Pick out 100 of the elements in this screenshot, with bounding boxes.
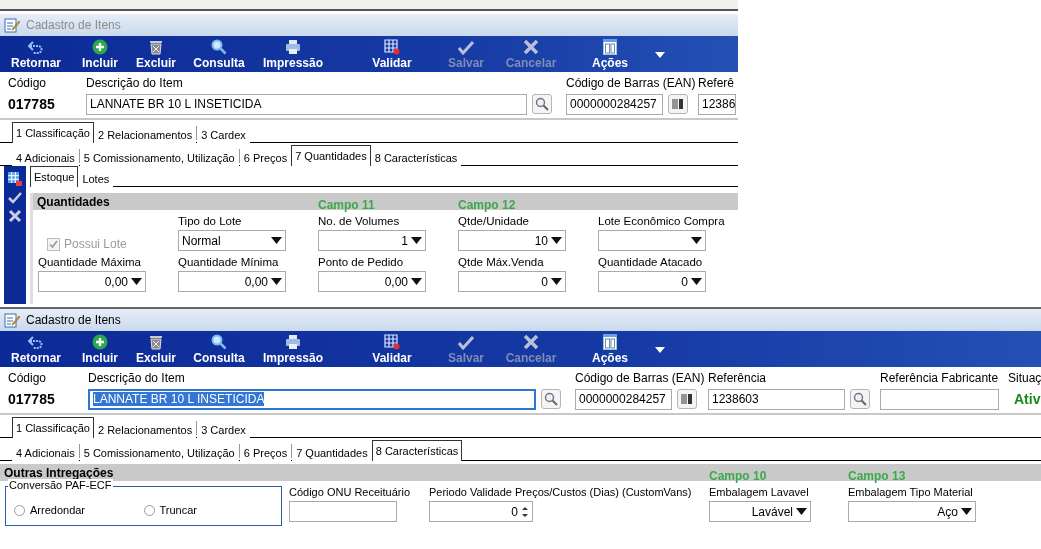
search-button[interactable] xyxy=(541,389,561,409)
spinner-icon[interactable] xyxy=(521,504,529,519)
dropdown[interactable]: 1 xyxy=(318,230,426,251)
field-label: Código de Barras (EAN) xyxy=(566,76,697,90)
close-icon xyxy=(523,39,539,55)
caret-icon xyxy=(691,237,702,244)
tab[interactable]: 8 Características xyxy=(371,440,463,461)
dropdown[interactable]: Normal xyxy=(178,230,286,251)
printer-icon xyxy=(285,334,301,350)
dropdown[interactable] xyxy=(598,230,706,251)
dropdown[interactable]: 0 xyxy=(458,271,566,292)
checkbox-label: Possui Lote xyxy=(64,237,127,251)
back-button[interactable]: Retornar xyxy=(5,36,67,72)
field-label: Qtde/Unidade xyxy=(458,215,530,227)
print-button[interactable]: Impressão xyxy=(257,36,329,72)
radio-label: Truncar xyxy=(159,504,197,516)
text-field[interactable]: 12386 xyxy=(698,93,736,115)
search-icon xyxy=(211,39,227,55)
field-label: Periodo Validade Preços/Custos (Dias) (CustomVans) xyxy=(429,486,693,498)
barcode-icon xyxy=(672,98,684,110)
text-field[interactable] xyxy=(880,388,999,410)
barcode-button[interactable] xyxy=(677,389,697,409)
window-title: Cadastro de Itens xyxy=(26,313,121,327)
caret-icon xyxy=(131,278,142,285)
radio-label: Arredondar xyxy=(30,504,86,516)
search-button[interactable] xyxy=(532,94,552,114)
add-button[interactable]: Incluir xyxy=(75,36,125,72)
text-field[interactable]: 0000000284257 xyxy=(566,93,663,115)
item-code: 017785 xyxy=(8,391,55,407)
close-icon xyxy=(523,334,539,350)
tab[interactable]: 1 Classificação xyxy=(12,122,94,143)
search-button[interactable] xyxy=(850,389,870,409)
dropdown[interactable]: 0 xyxy=(598,271,706,292)
actions-button[interactable]: Ações xyxy=(585,331,635,367)
text-field[interactable]: LANNATE BR 10 L INSETICIDA xyxy=(88,388,536,410)
search-icon xyxy=(535,97,549,111)
status-text: Ativ xyxy=(1013,391,1041,407)
validate-button[interactable]: Validar xyxy=(367,36,417,72)
field-label: Descrição do Item xyxy=(86,76,184,90)
field-label: Tipo do Lote xyxy=(178,215,243,227)
validate-button[interactable]: Validar xyxy=(367,331,417,367)
caret-icon xyxy=(796,508,807,515)
spin-field[interactable]: 0 xyxy=(429,501,533,522)
radio-button[interactable] xyxy=(143,504,155,516)
dropdown[interactable]: 0,00 xyxy=(178,271,286,292)
check-icon[interactable] xyxy=(8,192,22,204)
text-field[interactable]: 1238603 xyxy=(708,388,845,410)
annotation: Campo 11 xyxy=(318,198,375,212)
caret-icon xyxy=(411,237,422,244)
search-button[interactable]: Consulta xyxy=(188,331,250,367)
caret-icon xyxy=(691,278,702,285)
grid-icon[interactable] xyxy=(7,171,23,187)
barcode-button[interactable] xyxy=(668,94,688,114)
dropdown[interactable]: Aço xyxy=(848,501,976,522)
dropdown[interactable]: 0,00 xyxy=(318,271,426,292)
caret-icon xyxy=(551,237,562,244)
tab[interactable]: Estoque xyxy=(30,166,79,187)
caret-icon xyxy=(655,51,665,58)
plus-icon xyxy=(92,334,108,350)
tab[interactable]: 1 Classificação xyxy=(12,417,94,438)
form-icon xyxy=(4,17,20,33)
text-field[interactable]: LANNATE BR 10 L INSETICIDA xyxy=(86,93,527,115)
caret-icon xyxy=(655,346,665,353)
dropdown[interactable]: Lavável xyxy=(709,501,811,522)
undo-icon xyxy=(28,336,44,350)
print-button[interactable]: Impressão xyxy=(257,331,329,367)
radio-button[interactable] xyxy=(14,504,25,516)
field-label: Ponto de Pedido xyxy=(318,256,405,268)
actions-button[interactable]: Ações xyxy=(585,36,635,72)
printer-icon xyxy=(285,39,301,55)
field-label: Referência xyxy=(708,371,768,385)
field-label: Código ONU Receituário xyxy=(289,486,412,498)
field-label: Embalagem Lavavel xyxy=(709,486,810,498)
search-icon xyxy=(853,392,867,406)
field-label: Código xyxy=(8,76,48,90)
caret-icon xyxy=(271,237,282,244)
delete-button[interactable]: Excluir xyxy=(131,36,181,72)
search-button[interactable]: Consulta xyxy=(188,36,250,72)
caret-icon xyxy=(551,278,562,285)
field-label: Código xyxy=(8,371,48,385)
window-title: Cadastro de Itens xyxy=(26,18,121,32)
field-label: Código de Barras (EAN) xyxy=(575,371,706,385)
add-button[interactable]: Incluir xyxy=(75,331,125,367)
trash-icon xyxy=(148,334,164,350)
caret-icon xyxy=(271,278,282,285)
back-button[interactable]: Retornar xyxy=(5,331,67,367)
text-field[interactable] xyxy=(289,501,397,522)
dropdown[interactable]: 0,00 xyxy=(38,271,146,292)
dropdown[interactable]: 10 xyxy=(458,230,566,251)
panel-icon xyxy=(603,39,617,55)
undo-icon xyxy=(28,41,44,55)
tab[interactable]: 7 Quantidades xyxy=(291,145,371,166)
caret-icon xyxy=(411,278,422,285)
text-field[interactable]: 0000000284257 xyxy=(575,388,672,410)
delete-button[interactable]: Excluir xyxy=(131,331,181,367)
panel-icon xyxy=(603,334,617,350)
close-icon[interactable] xyxy=(8,209,22,223)
item-code: 017785 xyxy=(8,96,55,112)
trash-icon xyxy=(148,39,164,55)
field-label: Lote Econômico Compra xyxy=(598,215,726,227)
